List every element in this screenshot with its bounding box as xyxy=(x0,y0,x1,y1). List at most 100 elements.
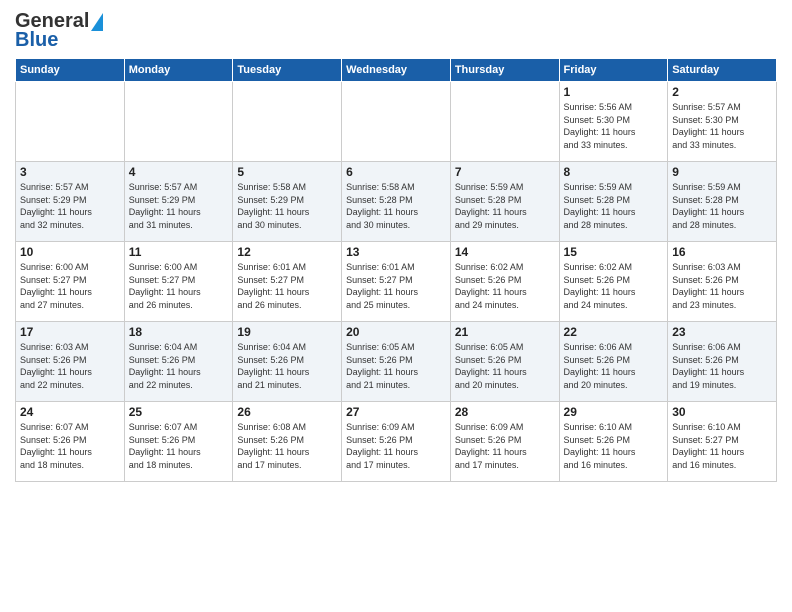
page-container: General Blue SundayMondayTuesdayWednesda… xyxy=(0,0,792,487)
day-number: 21 xyxy=(455,325,555,339)
calendar-cell: 19 Sunrise: 6:04 AM Sunset: 5:26 PM Dayli… xyxy=(233,322,342,402)
day-info: Sunrise: 6:00 AM Sunset: 5:27 PM Dayligh… xyxy=(129,261,229,311)
calendar-cell: 25 Sunrise: 6:07 AM Sunset: 5:26 PM Dayli… xyxy=(124,402,233,482)
calendar-cell: 16Sunrise: 6:03 AM Sunset: 5:26 PM Dayli… xyxy=(668,242,777,322)
day-number: 27 xyxy=(346,405,446,419)
day-number: 22 xyxy=(564,325,664,339)
day-info: Sunrise: 5:58 AM Sunset: 5:29 PM Dayligh… xyxy=(237,181,337,231)
day-info: Sunrise: 5:58 AM Sunset: 5:28 PM Dayligh… xyxy=(346,181,446,231)
calendar-cell: 13Sunrise: 6:01 AM Sunset: 5:27 PM Dayli… xyxy=(342,242,451,322)
weekday-header-tuesday: Tuesday xyxy=(233,59,342,82)
day-number: 20 xyxy=(346,325,446,339)
day-info: Sunrise: 6:05 AM Sunset: 5:26 PM Dayligh… xyxy=(455,341,555,391)
day-number: 4 xyxy=(129,165,229,179)
day-info: Sunrise: 6:07 AM Sunset: 5:26 PM Dayligh… xyxy=(129,421,229,471)
day-info: Sunrise: 6:01 AM Sunset: 5:27 PM Dayligh… xyxy=(346,261,446,311)
day-info: Sunrise: 6:02 AM Sunset: 5:26 PM Dayligh… xyxy=(455,261,555,311)
day-info: Sunrise: 5:59 AM Sunset: 5:28 PM Dayligh… xyxy=(564,181,664,231)
day-info: Sunrise: 6:09 AM Sunset: 5:26 PM Dayligh… xyxy=(346,421,446,471)
weekday-header-monday: Monday xyxy=(124,59,233,82)
day-number: 3 xyxy=(20,165,120,179)
week-row-0: 1Sunrise: 5:56 AM Sunset: 5:30 PM Daylig… xyxy=(16,82,777,162)
week-row-2: 10 Sunrise: 6:00 AM Sunset: 5:27 PM Dayli… xyxy=(16,242,777,322)
weekday-header-row: SundayMondayTuesdayWednesdayThursdayFrid… xyxy=(16,59,777,82)
day-info: Sunrise: 6:10 AM Sunset: 5:27 PM Dayligh… xyxy=(672,421,772,471)
calendar-cell: 2 Sunrise: 5:57 AM Sunset: 5:30 PM Daylig… xyxy=(668,82,777,162)
calendar-cell: 18 Sunrise: 6:04 AM Sunset: 5:26 PM Dayli… xyxy=(124,322,233,402)
calendar-cell: 11 Sunrise: 6:00 AM Sunset: 5:27 PM Dayli… xyxy=(124,242,233,322)
weekday-header-friday: Friday xyxy=(559,59,668,82)
day-number: 6 xyxy=(346,165,446,179)
day-number: 18 xyxy=(129,325,229,339)
day-number: 23 xyxy=(672,325,772,339)
calendar-table: SundayMondayTuesdayWednesdayThursdayFrid… xyxy=(15,58,777,482)
calendar-cell: 14 Sunrise: 6:02 AM Sunset: 5:26 PM Dayli… xyxy=(450,242,559,322)
day-number: 16 xyxy=(672,245,772,259)
calendar-cell: 29 Sunrise: 6:10 AM Sunset: 5:26 PM Dayli… xyxy=(559,402,668,482)
day-number: 25 xyxy=(129,405,229,419)
calendar-cell: 8 Sunrise: 5:59 AM Sunset: 5:28 PM Daylig… xyxy=(559,162,668,242)
day-info: Sunrise: 6:10 AM Sunset: 5:26 PM Dayligh… xyxy=(564,421,664,471)
calendar-cell: 3 Sunrise: 5:57 AM Sunset: 5:29 PM Daylig… xyxy=(16,162,125,242)
day-number: 7 xyxy=(455,165,555,179)
logo: General Blue xyxy=(15,10,103,52)
day-info: Sunrise: 6:01 AM Sunset: 5:27 PM Dayligh… xyxy=(237,261,337,311)
week-row-1: 3 Sunrise: 5:57 AM Sunset: 5:29 PM Daylig… xyxy=(16,162,777,242)
week-row-4: 24 Sunrise: 6:07 AM Sunset: 5:26 PM Dayli… xyxy=(16,402,777,482)
weekday-header-saturday: Saturday xyxy=(668,59,777,82)
weekday-header-sunday: Sunday xyxy=(16,59,125,82)
day-info: Sunrise: 5:59 AM Sunset: 5:28 PM Dayligh… xyxy=(455,181,555,231)
calendar-cell xyxy=(342,82,451,162)
calendar-cell: 15Sunrise: 6:02 AM Sunset: 5:26 PM Dayli… xyxy=(559,242,668,322)
header: General Blue xyxy=(15,10,777,52)
day-info: Sunrise: 6:03 AM Sunset: 5:26 PM Dayligh… xyxy=(20,341,120,391)
calendar-cell xyxy=(233,82,342,162)
day-number: 8 xyxy=(564,165,664,179)
day-info: Sunrise: 6:09 AM Sunset: 5:26 PM Dayligh… xyxy=(455,421,555,471)
day-number: 5 xyxy=(237,165,337,179)
day-number: 9 xyxy=(672,165,772,179)
day-number: 26 xyxy=(237,405,337,419)
calendar-cell: 7 Sunrise: 5:59 AM Sunset: 5:28 PM Daylig… xyxy=(450,162,559,242)
calendar-cell: 28 Sunrise: 6:09 AM Sunset: 5:26 PM Dayli… xyxy=(450,402,559,482)
calendar-cell xyxy=(450,82,559,162)
calendar-cell: 9Sunrise: 5:59 AM Sunset: 5:28 PM Daylig… xyxy=(668,162,777,242)
day-number: 30 xyxy=(672,405,772,419)
day-number: 1 xyxy=(564,85,664,99)
calendar-cell xyxy=(124,82,233,162)
day-number: 28 xyxy=(455,405,555,419)
day-info: Sunrise: 6:06 AM Sunset: 5:26 PM Dayligh… xyxy=(564,341,664,391)
day-info: Sunrise: 5:57 AM Sunset: 5:29 PM Dayligh… xyxy=(20,181,120,231)
day-number: 14 xyxy=(455,245,555,259)
day-number: 12 xyxy=(237,245,337,259)
calendar-cell: 22 Sunrise: 6:06 AM Sunset: 5:26 PM Dayli… xyxy=(559,322,668,402)
day-info: Sunrise: 6:04 AM Sunset: 5:26 PM Dayligh… xyxy=(237,341,337,391)
calendar-cell: 6 Sunrise: 5:58 AM Sunset: 5:28 PM Daylig… xyxy=(342,162,451,242)
day-info: Sunrise: 6:00 AM Sunset: 5:27 PM Dayligh… xyxy=(20,261,120,311)
calendar-cell: 30 Sunrise: 6:10 AM Sunset: 5:27 PM Dayli… xyxy=(668,402,777,482)
day-number: 19 xyxy=(237,325,337,339)
calendar-cell: 10 Sunrise: 6:00 AM Sunset: 5:27 PM Dayli… xyxy=(16,242,125,322)
day-number: 11 xyxy=(129,245,229,259)
calendar-cell: 5 Sunrise: 5:58 AM Sunset: 5:29 PM Daylig… xyxy=(233,162,342,242)
day-number: 24 xyxy=(20,405,120,419)
calendar-cell: 27 Sunrise: 6:09 AM Sunset: 5:26 PM Dayli… xyxy=(342,402,451,482)
weekday-header-wednesday: Wednesday xyxy=(342,59,451,82)
calendar-cell: 21 Sunrise: 6:05 AM Sunset: 5:26 PM Dayli… xyxy=(450,322,559,402)
day-number: 2 xyxy=(672,85,772,99)
day-info: Sunrise: 6:07 AM Sunset: 5:26 PM Dayligh… xyxy=(20,421,120,471)
day-number: 17 xyxy=(20,325,120,339)
day-info: Sunrise: 6:04 AM Sunset: 5:26 PM Dayligh… xyxy=(129,341,229,391)
week-row-3: 17 Sunrise: 6:03 AM Sunset: 5:26 PM Dayli… xyxy=(16,322,777,402)
calendar-cell: 23Sunrise: 6:06 AM Sunset: 5:26 PM Dayli… xyxy=(668,322,777,402)
day-number: 15 xyxy=(564,245,664,259)
day-number: 29 xyxy=(564,405,664,419)
calendar-cell: 20 Sunrise: 6:05 AM Sunset: 5:26 PM Dayli… xyxy=(342,322,451,402)
day-number: 10 xyxy=(20,245,120,259)
calendar-cell: 4 Sunrise: 5:57 AM Sunset: 5:29 PM Daylig… xyxy=(124,162,233,242)
day-info: Sunrise: 5:57 AM Sunset: 5:30 PM Dayligh… xyxy=(672,101,772,151)
day-info: Sunrise: 6:05 AM Sunset: 5:26 PM Dayligh… xyxy=(346,341,446,391)
logo-triangle-icon xyxy=(91,13,103,31)
weekday-header-thursday: Thursday xyxy=(450,59,559,82)
day-info: Sunrise: 5:57 AM Sunset: 5:29 PM Dayligh… xyxy=(129,181,229,231)
